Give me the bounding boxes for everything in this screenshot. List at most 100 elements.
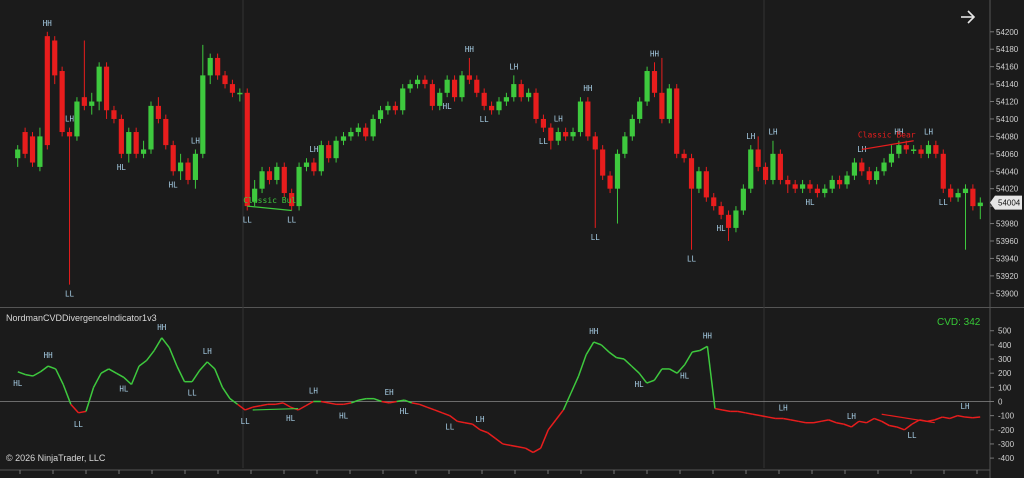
cvd-line-segment xyxy=(828,419,837,424)
candle-body xyxy=(481,92,487,106)
candle-body xyxy=(429,84,435,106)
candle-body xyxy=(355,127,361,133)
cvd-line-segment xyxy=(616,356,625,360)
cvd-line-segment xyxy=(942,416,951,420)
cvd-tick-label: -400 xyxy=(998,454,1015,463)
cvd-line-segment xyxy=(115,372,125,379)
cvd-line-segment xyxy=(40,365,49,373)
candle-body xyxy=(37,136,43,167)
cvd-readout: CVD: 342 xyxy=(937,317,981,328)
candle-body xyxy=(518,84,524,98)
cvd-line-segment xyxy=(176,365,186,383)
cvd-line-segment xyxy=(577,354,587,377)
pivot-label: HL xyxy=(117,163,127,172)
candle-body xyxy=(829,179,835,189)
cvd-line-segment xyxy=(706,346,716,409)
cvd-line-segment xyxy=(25,373,34,377)
candle-body xyxy=(807,184,813,189)
candle-body xyxy=(607,175,613,189)
candle-body xyxy=(259,171,265,189)
candle-body xyxy=(792,184,798,189)
candle-body xyxy=(118,118,124,154)
cvd-line-segment xyxy=(100,368,110,374)
cvd-pivot-label: LH xyxy=(779,403,789,412)
candle-body xyxy=(777,153,783,180)
cvd-line-segment xyxy=(146,350,155,361)
cvd-line-segment xyxy=(653,368,663,381)
pivot-label: HL xyxy=(805,198,815,207)
candle-body xyxy=(377,110,384,119)
pivot-label: LL xyxy=(939,198,949,207)
cvd-line-segment xyxy=(168,347,178,367)
candle-body xyxy=(274,166,280,180)
price-tick-label: 53940 xyxy=(996,254,1019,263)
divergence-label: Classic Bear xyxy=(858,131,916,140)
cvd-line-segment xyxy=(745,412,754,415)
candle-body xyxy=(933,145,939,154)
price-tick-label: 54100 xyxy=(996,115,1019,124)
candle-body xyxy=(496,101,502,111)
candle-body xyxy=(200,75,206,154)
candle-body xyxy=(703,171,709,198)
cvd-line-segment xyxy=(411,402,420,406)
cvd-line-segment xyxy=(130,365,140,385)
price-panel[interactable]: 54200 54180 54160 54140 54120 54100 54080 54060… xyxy=(0,0,1024,308)
cvd-line-segment xyxy=(858,420,867,424)
copyright-text: © 2026 NinjaTrader, LLC xyxy=(6,453,106,463)
pivot-label: LL xyxy=(591,233,601,242)
candle-body xyxy=(503,97,509,102)
candle-body xyxy=(437,92,443,106)
candle-body xyxy=(103,66,110,111)
cvd-divergence-line xyxy=(881,413,935,424)
candle-body xyxy=(688,158,695,189)
candle-body xyxy=(674,88,680,154)
candle-body xyxy=(888,153,895,163)
cvd-line-segment xyxy=(85,387,95,412)
price-tick-label: 54200 xyxy=(996,28,1019,37)
cvd-line-segment xyxy=(767,416,776,420)
indicator-panel[interactable]: 500 400 300 200 100 0 -100 -200 -300 -400 HL HH LL HL… xyxy=(0,308,1024,478)
cvd-line-segment xyxy=(92,372,102,388)
cvd-line-segment xyxy=(55,368,64,385)
cvd-line-segment xyxy=(282,402,291,408)
cvd-pivot-label: HL xyxy=(339,411,349,420)
cvd-line-segment xyxy=(221,386,231,400)
candle-body xyxy=(281,166,287,194)
candle-body xyxy=(540,118,547,128)
cvd-pivot-label: HL xyxy=(286,414,296,423)
price-tick-label: 53920 xyxy=(996,272,1019,281)
candle-body xyxy=(96,66,102,102)
pivot-label: LH xyxy=(554,115,564,124)
candle-body xyxy=(66,132,73,137)
divergence-label: Classic Bull xyxy=(243,196,301,205)
candle-body xyxy=(785,179,791,185)
cvd-line-segment xyxy=(47,365,56,370)
pivot-label: HH xyxy=(43,19,53,28)
cvd-pivot-label: HL xyxy=(400,407,410,416)
candle-body xyxy=(74,101,80,137)
cvd-line-segment xyxy=(957,414,966,418)
candle-body xyxy=(755,149,761,167)
cvd-line-segment xyxy=(608,351,617,359)
candle-body xyxy=(444,79,450,93)
candle-body xyxy=(133,132,139,154)
candle-body xyxy=(29,136,36,163)
pivot-label: LL xyxy=(65,290,75,299)
arrow-right-icon[interactable] xyxy=(957,6,979,28)
candle-body xyxy=(718,206,724,215)
cvd-line-segment xyxy=(260,403,269,407)
cvd-pivot-label: HL xyxy=(635,380,645,389)
candle-body xyxy=(511,84,517,98)
candle-body xyxy=(629,118,635,137)
cvd-line-segment xyxy=(199,361,208,371)
price-tick-label: 54080 xyxy=(996,132,1019,141)
candle-body xyxy=(622,136,628,154)
candle-body xyxy=(659,92,665,119)
cvd-pivot-label: HH xyxy=(44,351,54,360)
cvd-tick-label: 300 xyxy=(998,355,1012,364)
candle-body xyxy=(89,101,95,106)
candle-body xyxy=(392,105,398,111)
chart-window: 54200 54180 54160 54140 54120 54100 54080 54060… xyxy=(0,0,1024,478)
cvd-line-segment xyxy=(850,420,860,428)
cvd-tick-label: 100 xyxy=(998,383,1012,392)
